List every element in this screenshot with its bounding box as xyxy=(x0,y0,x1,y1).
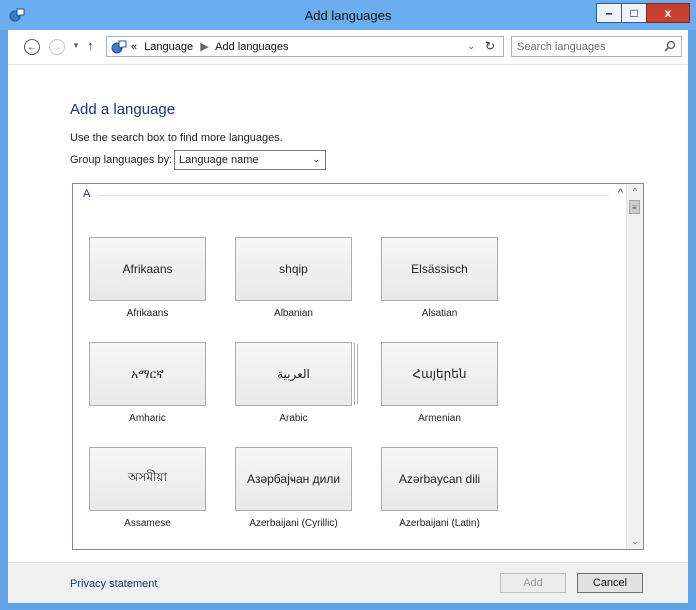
language-name-azerbaijani-cyrillic: Azerbaijani (Cyrillic) xyxy=(249,518,338,529)
breadcrumb-item-language[interactable]: Language xyxy=(144,41,193,53)
vertical-scrollbar[interactable]: ^ ≡ ⌄ xyxy=(626,184,643,549)
address-dropdown-button[interactable]: ⌄ xyxy=(467,41,475,52)
chevron-down-icon: ⌄ xyxy=(312,154,320,164)
client-area: ← → ▼ ↑ « Language ▶ Add languages ⌄ ↻ S… xyxy=(8,30,688,603)
language-name-azerbaijani-latin: Azerbaijani (Latin) xyxy=(399,518,480,529)
refresh-button[interactable]: ↻ xyxy=(485,39,495,53)
forward-button[interactable]: → xyxy=(49,39,65,55)
recent-locations-dropdown[interactable]: ▼ xyxy=(72,41,80,50)
language-tile-armenian[interactable]: Հայերեն xyxy=(381,342,498,406)
group-header-a: A ^ xyxy=(73,187,629,202)
language-name-assamese: Assamese xyxy=(124,518,171,529)
back-button[interactable]: ← xyxy=(24,39,40,55)
maximize-button[interactable]: □ xyxy=(621,3,647,23)
language-name-albanian: Albanian xyxy=(274,308,313,319)
language-list: A ^ Afrikaans Afrikaans shqip Albanian E… xyxy=(72,183,644,550)
language-tile-albanian[interactable]: shqip xyxy=(235,237,352,301)
breadcrumb-item-add-languages[interactable]: Add languages xyxy=(215,41,288,53)
scroll-thumb[interactable]: ≡ xyxy=(629,200,640,214)
navigation-bar: ← → ▼ ↑ « Language ▶ Add languages ⌄ ↻ xyxy=(8,30,688,65)
window-controls: – □ x xyxy=(596,3,690,23)
window-title: Add languages xyxy=(304,8,392,23)
language-tile-arabic[interactable]: العربية xyxy=(235,342,352,406)
dialog-footer: Privacy statement Add Cancel xyxy=(8,562,688,603)
search-input[interactable] xyxy=(514,38,660,55)
language-name-armenian: Armenian xyxy=(418,413,461,424)
breadcrumb-separator[interactable]: ▶ xyxy=(200,41,208,53)
language-tile-alsatian[interactable]: Elsässisch xyxy=(381,237,498,301)
up-button[interactable]: ↑ xyxy=(87,38,94,53)
language-name-afrikaans: Afrikaans xyxy=(126,308,169,319)
page-title: Add a language xyxy=(70,101,176,118)
language-tile-azerbaijani-cyrillic[interactable]: Азәрбајҹан дили xyxy=(235,447,352,511)
language-name-amharic: Amharic xyxy=(129,413,166,424)
language-tile-assamese[interactable]: অসমীয়া xyxy=(89,447,206,511)
search-box xyxy=(511,36,682,57)
title-bar[interactable]: Add languages – □ x xyxy=(0,0,696,30)
instructions-text: Use the search box to find more language… xyxy=(70,132,283,144)
close-button[interactable]: x xyxy=(646,3,690,23)
breadcrumb: « Language ▶ Add languages xyxy=(131,40,289,53)
address-bar[interactable]: « Language ▶ Add languages ⌄ ↻ xyxy=(106,36,504,57)
language-name-arabic: Arabic xyxy=(279,413,308,424)
scroll-up-arrow-icon[interactable]: ^ xyxy=(627,186,643,196)
add-button[interactable]: Add xyxy=(500,573,566,593)
minimize-button[interactable]: – xyxy=(596,3,622,23)
scroll-down-arrow-icon[interactable]: ⌄ xyxy=(627,536,643,547)
cancel-button[interactable]: Cancel xyxy=(577,573,643,593)
collapse-group-icon[interactable]: ^ xyxy=(618,187,623,199)
language-tile-azerbaijani-latin[interactable]: Azərbaycan dili xyxy=(381,447,498,511)
magnifier-icon[interactable] xyxy=(664,40,676,52)
add-languages-window: Add languages – □ x ← → ▼ ↑ « Language ▶ xyxy=(0,0,696,610)
group-by-value: Language name xyxy=(179,154,259,166)
language-name-alsatian: Alsatian xyxy=(421,308,458,319)
group-by-select[interactable]: Language name ⌄ xyxy=(174,150,326,170)
group-by-label: Group languages by: xyxy=(70,154,173,166)
language-globe-icon xyxy=(111,40,127,54)
language-tile-afrikaans[interactable]: Afrikaans xyxy=(89,237,206,301)
group-divider xyxy=(98,195,609,196)
breadcrumb-overflow[interactable]: « xyxy=(131,41,137,53)
language-tile-amharic[interactable]: አማርኛ xyxy=(89,342,206,406)
group-letter: A xyxy=(83,188,91,200)
privacy-statement-link[interactable]: Privacy statement xyxy=(70,578,157,590)
